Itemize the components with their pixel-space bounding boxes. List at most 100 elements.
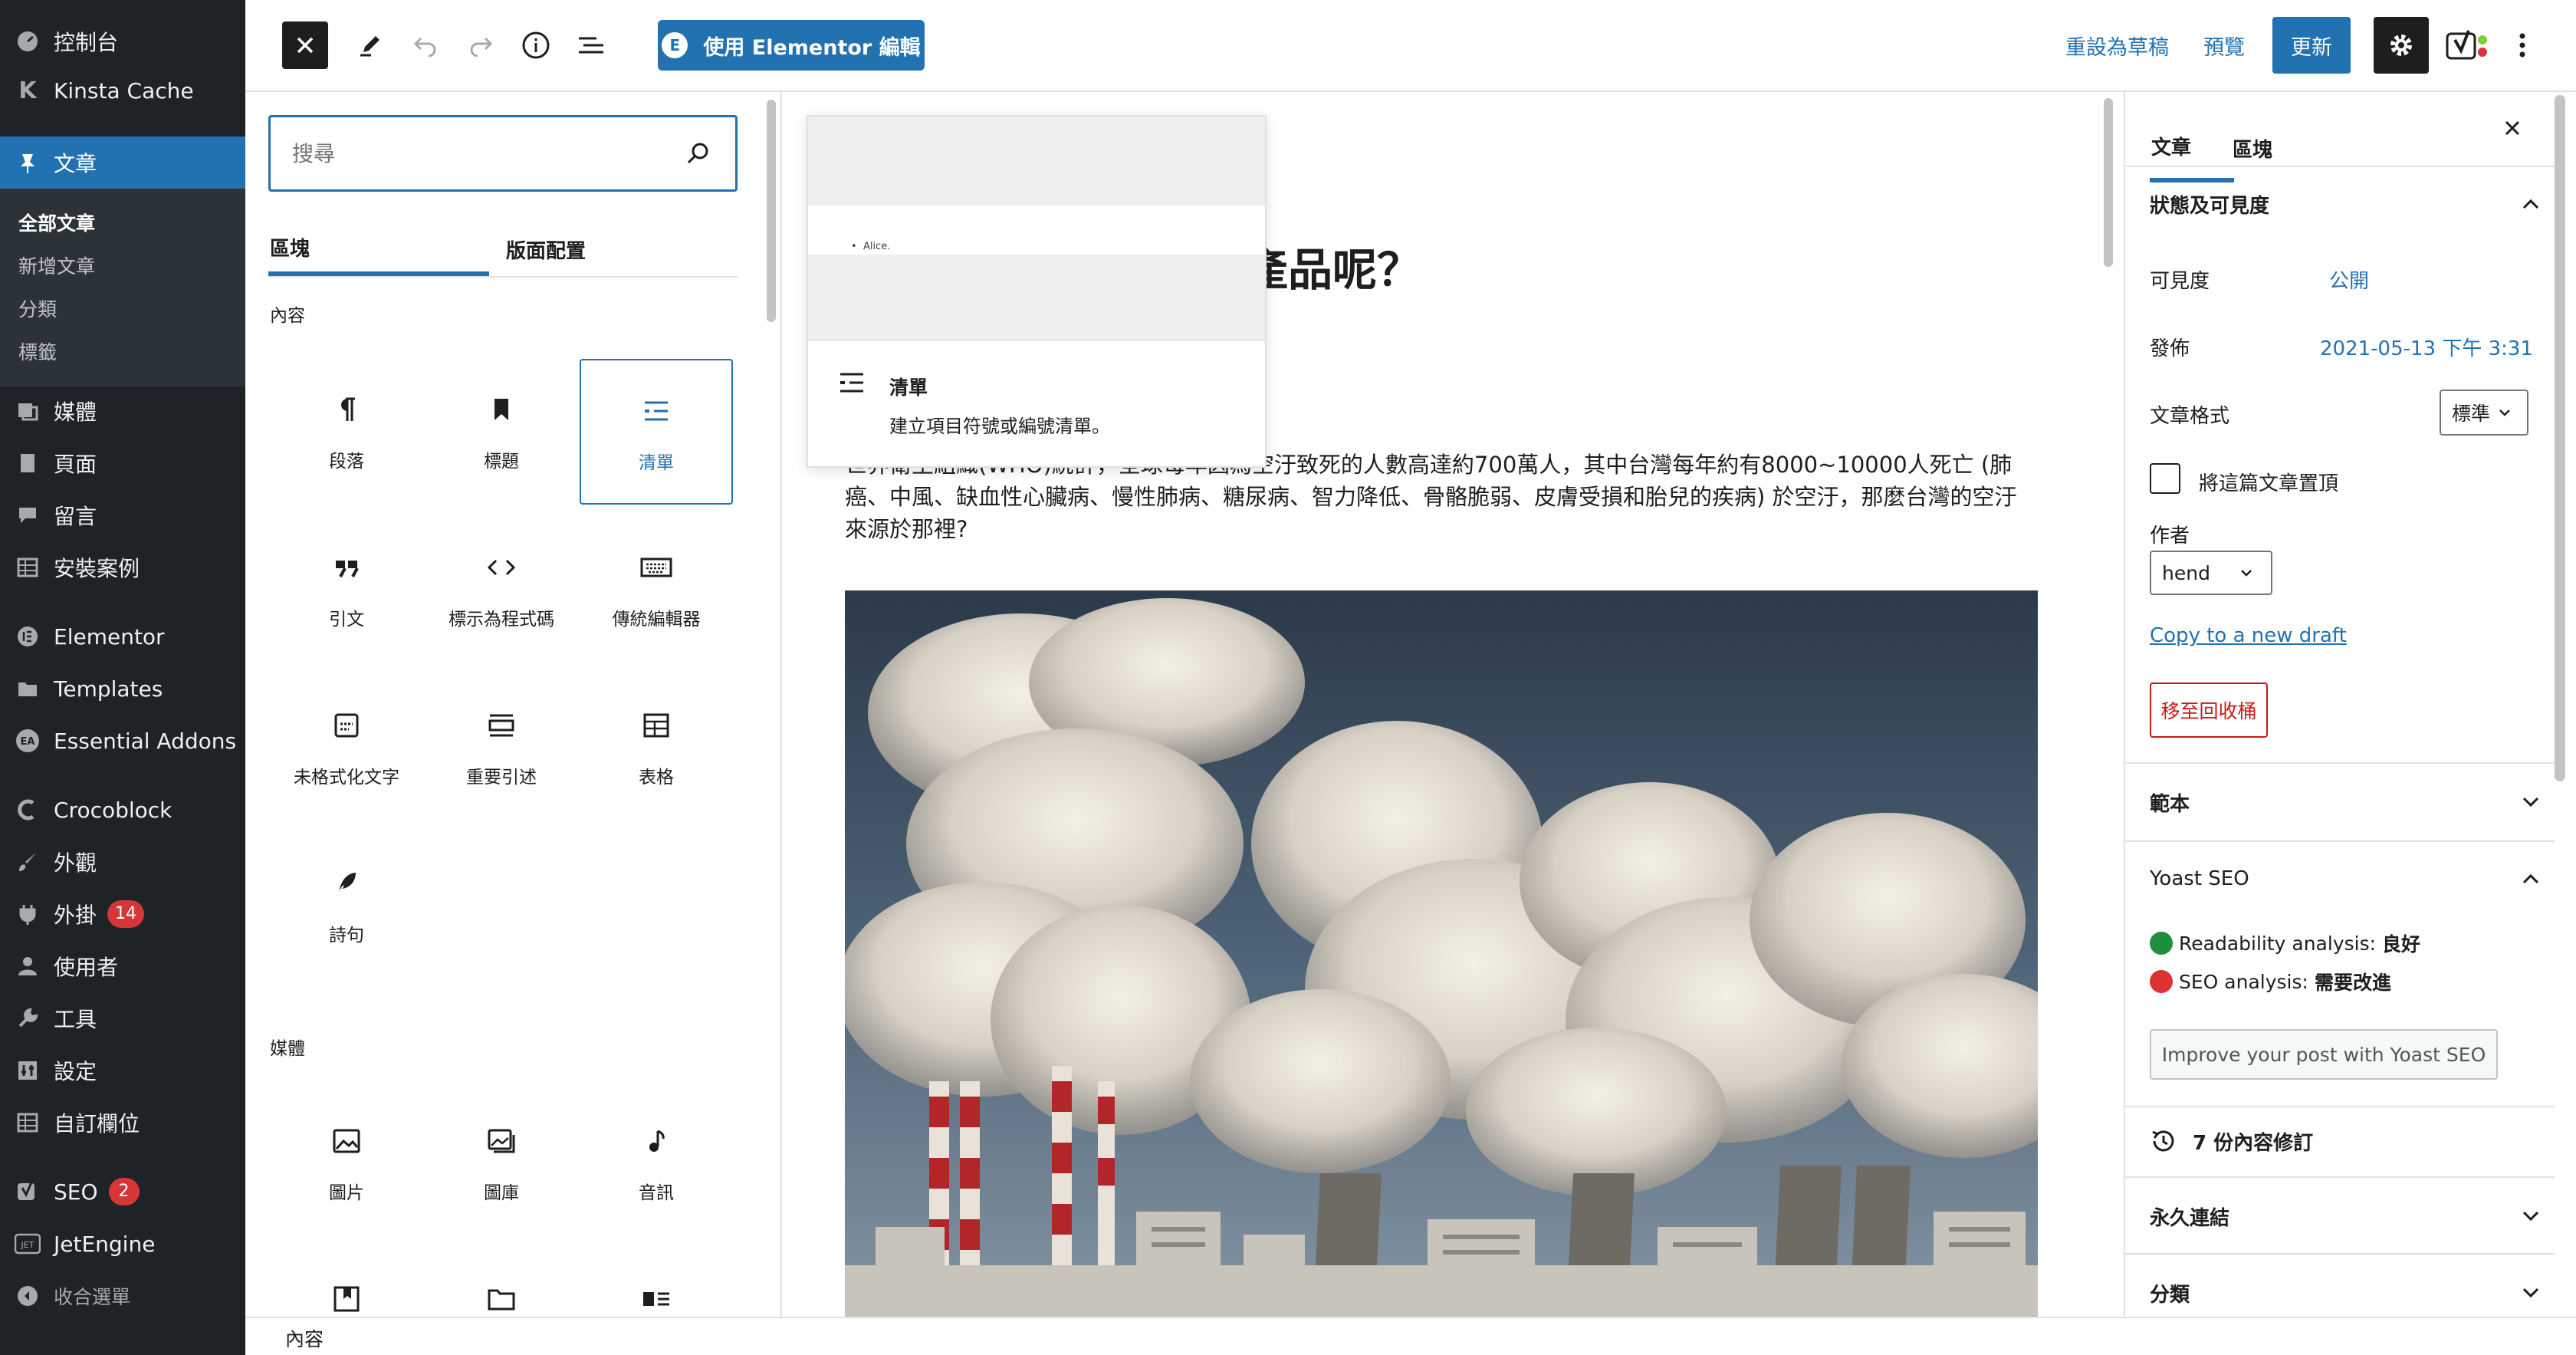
menu-users-label: 使用者 [54, 955, 119, 980]
menu-comments[interactable]: 留言 [0, 492, 245, 538]
block-image[interactable]: 圖片 [270, 1090, 423, 1236]
block-preformatted[interactable]: 未格式化文字 [270, 675, 423, 821]
code-icon [485, 549, 518, 586]
block-list[interactable]: 清單 [580, 359, 733, 505]
tab-patterns[interactable]: 版面配置 [506, 222, 736, 276]
pin-icon [12, 147, 43, 178]
panel-permalink[interactable]: 永久連結 [2150, 1193, 2541, 1239]
block-table[interactable]: 表格 [580, 675, 733, 821]
undo-button[interactable] [406, 26, 445, 64]
block-code[interactable]: 標示為程式碼 [425, 517, 578, 663]
menu-seo[interactable]: SEO 2 [0, 1169, 245, 1215]
menu-jetengine[interactable]: JET JetEngine [0, 1221, 245, 1267]
menu-collapse[interactable]: 收合選單 [0, 1273, 245, 1319]
history-icon [2150, 1127, 2177, 1155]
chevron-down-icon [2239, 568, 2253, 577]
panel-yoast-title: Yoast SEO [2150, 867, 2249, 890]
tab-block[interactable]: 區塊 [2233, 113, 2272, 183]
block-pullquote[interactable]: 重要引述 [425, 675, 578, 821]
menu-pages[interactable]: 頁面 [0, 440, 245, 486]
details-button[interactable] [517, 26, 555, 64]
block-verse[interactable]: 詩句 [270, 833, 423, 978]
menu-appearance[interactable]: 外觀 [0, 839, 245, 885]
menu-media-label: 媒體 [54, 400, 97, 425]
menu-install-cases[interactable]: 安裝案例 [0, 544, 245, 590]
update-button[interactable]: 更新 [2272, 17, 2351, 74]
menu-dashboard[interactable]: 控制台 [0, 18, 245, 64]
block-classic[interactable]: 傳統編輯器 [580, 517, 733, 663]
canvas-scrollbar[interactable] [2104, 98, 2113, 267]
menu-kinsta-cache[interactable]: K Kinsta Cache [0, 67, 245, 113]
author-value: hend [2162, 561, 2210, 584]
settings-toggle-button[interactable] [2374, 17, 2429, 74]
menu-custom-fields-label: 自訂欄位 [54, 1111, 140, 1136]
block-code-label: 標示為程式碼 [449, 610, 554, 630]
tools-button[interactable] [351, 26, 389, 64]
edit-with-elementor-button[interactable]: E 使用 Elementor 編輯 [658, 20, 925, 71]
author-label: 作者 [2150, 525, 2190, 548]
revisions-link[interactable]: 7 份內容修訂 [2150, 1118, 2541, 1164]
block-file[interactable] [425, 1248, 578, 1317]
publish-date-toggle[interactable]: 2021-05-13 下午 3:31 [2320, 333, 2533, 361]
menu-essential-addons[interactable]: EA Essential Addons [0, 718, 245, 764]
panel-status-visibility[interactable]: 狀態及可見度 [2150, 181, 2541, 227]
yoast-seo-button[interactable] [2441, 23, 2495, 69]
breadcrumb[interactable]: 內容 [285, 1324, 324, 1352]
block-search-input[interactable] [292, 140, 660, 166]
folder-icon [12, 673, 43, 704]
copy-to-new-draft-link[interactable]: Copy to a new draft [2150, 624, 2347, 647]
menu-plugins[interactable]: 外掛 14 [0, 891, 245, 937]
menu-crocoblock[interactable]: Crocoblock [0, 787, 245, 833]
panel-categories[interactable]: 分類 [2150, 1270, 2541, 1316]
block-verse-label: 詩句 [329, 926, 364, 946]
post-image[interactable] [845, 590, 2038, 1317]
block-audio[interactable]: 音訊 [580, 1090, 733, 1236]
list-view-button[interactable] [572, 26, 610, 64]
block-media-text[interactable] [580, 1248, 733, 1317]
close-inserter-button[interactable] [282, 21, 328, 69]
close-settings-icon[interactable] [2501, 117, 2524, 140]
panel-yoast-seo[interactable]: Yoast SEO [2150, 856, 2541, 902]
menu-tools[interactable]: 工具 [0, 995, 245, 1041]
menu-users[interactable]: 使用者 [0, 943, 245, 989]
menu-settings[interactable]: 設定 [0, 1047, 245, 1094]
submenu-tags[interactable]: 標籤 [18, 337, 57, 365]
block-quote[interactable]: 引文 [270, 517, 423, 663]
block-heading[interactable]: 標題 [425, 359, 578, 505]
author-select[interactable]: hend [2150, 551, 2272, 595]
settings-scrollbar[interactable] [2555, 95, 2565, 781]
dashboard-icon [12, 26, 43, 57]
search-icon[interactable] [685, 140, 712, 168]
menu-custom-fields[interactable]: 自訂欄位 [0, 1100, 245, 1146]
block-pullquote-label: 重要引述 [466, 768, 537, 788]
menu-media[interactable]: 媒體 [0, 388, 245, 434]
block-search [268, 115, 738, 192]
move-to-trash-button[interactable]: 移至回收桶 [2150, 682, 2268, 738]
readability-label: Readability analysis: [2179, 932, 2377, 955]
post-format-select[interactable]: 標準 [2440, 390, 2528, 436]
chevron-down-icon [2498, 408, 2512, 417]
block-paragraph[interactable]: 段落 [270, 359, 423, 505]
media-text-icon [641, 1281, 672, 1317]
menu-templates[interactable]: Templates [0, 666, 245, 712]
tab-post[interactable]: 文章 [2150, 113, 2234, 183]
tab-blocks[interactable]: 區塊 [268, 222, 489, 276]
preview-block-description: 建立項目符號或編號清單。 [889, 416, 1110, 437]
submenu-all-posts[interactable]: 全部文章 [18, 209, 95, 236]
menu-posts[interactable]: 文章 [0, 136, 245, 189]
inserter-scrollbar[interactable] [767, 100, 776, 322]
more-options-button[interactable] [2507, 26, 2538, 64]
menu-elementor[interactable]: Elementor [0, 613, 245, 659]
preview-button[interactable]: 預覽 [2203, 31, 2245, 61]
redo-button[interactable] [462, 26, 500, 64]
visibility-toggle[interactable]: 公開 [2329, 265, 2369, 294]
yoast-icon [2444, 29, 2492, 63]
submenu-categories[interactable]: 分類 [18, 294, 57, 322]
submenu-add-post[interactable]: 新增文章 [18, 252, 95, 279]
switch-to-draft-button[interactable]: 重設為草稿 [2065, 31, 2169, 61]
block-gallery[interactable]: 圖庫 [425, 1090, 578, 1236]
improve-with-yoast-button[interactable]: Improve your post with Yoast SEO [2150, 1029, 2498, 1080]
panel-template[interactable]: 範本 [2150, 779, 2541, 825]
block-cover[interactable] [270, 1248, 423, 1317]
stick-to-top-checkbox[interactable] [2150, 463, 2180, 494]
